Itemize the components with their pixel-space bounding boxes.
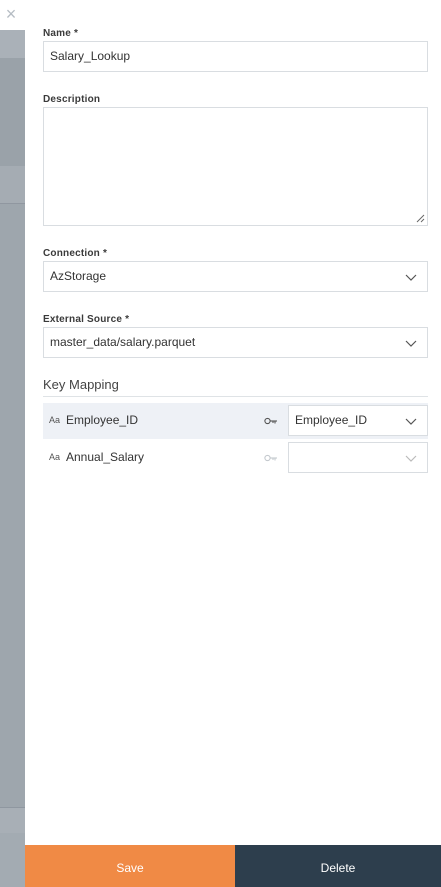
key-mapping-select[interactable]: Employee_ID: [288, 405, 428, 436]
column-name: Annual_Salary: [66, 450, 145, 464]
key-icon[interactable]: [264, 417, 278, 425]
panel-footer: Save Delete: [25, 845, 441, 887]
connection-label: Connection *: [43, 248, 108, 259]
chevron-down-icon: [405, 418, 417, 425]
connection-select[interactable]: AzStorage: [43, 261, 428, 292]
delete-button[interactable]: Delete: [235, 845, 441, 887]
name-label: Name *: [43, 28, 79, 39]
key-mapping-row[interactable]: Aa Annual_Salary: [43, 440, 428, 476]
key-mapping-title: Key Mapping: [43, 377, 119, 392]
chevron-down-icon: [405, 455, 417, 462]
chevron-down-icon: [405, 274, 417, 281]
description-label: Description: [43, 94, 101, 105]
name-field[interactable]: Salary_Lookup: [43, 41, 428, 72]
key-icon[interactable]: [264, 454, 278, 462]
connection-value: AzStorage: [50, 269, 107, 283]
backdrop-band: [0, 58, 25, 166]
external-source-value: master_data/salary.parquet: [50, 335, 196, 349]
dimmed-backdrop: [0, 0, 25, 887]
section-divider: [43, 396, 428, 397]
backdrop-band: [0, 166, 25, 204]
backdrop-band: [0, 30, 25, 58]
key-mapping-select[interactable]: [288, 442, 428, 473]
save-button[interactable]: Save: [25, 845, 235, 887]
backdrop-band: [0, 833, 25, 887]
text-type-icon: Aa: [49, 452, 61, 462]
description-field[interactable]: [43, 107, 428, 226]
lookup-editor-panel: Name * Salary_Lookup Description Connect…: [25, 0, 441, 887]
key-mapping-row[interactable]: Aa Employee_ID Employee_ID: [43, 403, 428, 439]
chevron-down-icon: [405, 340, 417, 347]
resize-grip-icon[interactable]: [416, 214, 425, 223]
mapping-value: Employee_ID: [295, 413, 368, 427]
close-icon[interactable]: ×: [3, 5, 19, 23]
backdrop-band: [0, 807, 25, 833]
external-source-select[interactable]: master_data/salary.parquet: [43, 327, 428, 358]
backdrop-band: [0, 204, 25, 807]
external-source-label: External Source *: [43, 314, 130, 325]
text-type-icon: Aa: [49, 415, 61, 425]
column-name: Employee_ID: [66, 413, 139, 427]
